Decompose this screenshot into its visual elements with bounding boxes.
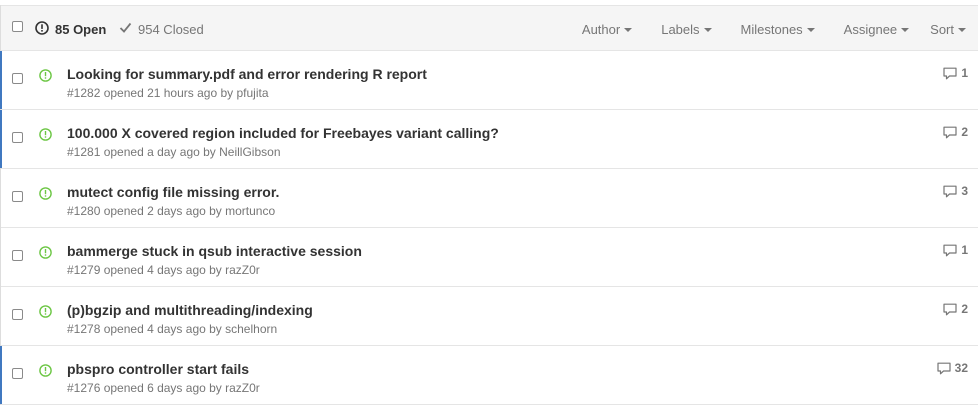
issue-title-link[interactable]: mutect config file missing error.: [67, 184, 279, 200]
issue-opened-icon: [39, 246, 52, 259]
sort-filter-label: Sort: [930, 21, 954, 37]
issue-opened-icon: [39, 187, 52, 200]
assignee-filter-label: Assignee: [843, 21, 898, 37]
author-filter[interactable]: Author: [581, 6, 633, 52]
issue-meta: #1276 opened 6 days ago by razZ0r: [67, 381, 260, 395]
issue-title-link[interactable]: bammerge stuck in qsub interactive sessi…: [67, 243, 362, 259]
issue-row: mutect config file missing error. #1280 …: [1, 169, 978, 228]
issue-select-checkbox[interactable]: [12, 309, 23, 320]
caret-down-icon: [703, 27, 712, 32]
caret-down-icon: [806, 27, 815, 32]
comment-count: 32: [954, 361, 968, 375]
assignee-filter[interactable]: Assignee: [843, 6, 910, 52]
comment-icon: [943, 185, 957, 197]
issue-select-checkbox[interactable]: [12, 132, 23, 143]
issue-meta: #1278 opened 4 days ago by schelhorn: [67, 322, 278, 336]
issue-comments-link[interactable]: 1: [943, 243, 968, 257]
caret-down-icon: [624, 27, 633, 32]
issue-meta: #1281 opened a day ago by NeillGibson: [67, 145, 281, 159]
comment-icon: [943, 244, 957, 256]
issue-select-checkbox[interactable]: [12, 368, 23, 379]
labels-filter[interactable]: Labels: [661, 6, 712, 52]
open-issues-tab[interactable]: 85 Open: [35, 19, 106, 39]
issue-comments-link[interactable]: 32: [937, 361, 968, 375]
issue-select-checkbox[interactable]: [12, 191, 23, 202]
issue-opened-icon: [39, 128, 52, 141]
issue-opened-icon: [35, 20, 49, 38]
issue-row: (p)bgzip and multithreading/indexing #12…: [1, 287, 978, 346]
closed-issues-tab[interactable]: 954 Closed: [119, 19, 204, 39]
milestones-filter[interactable]: Milestones: [741, 6, 815, 52]
author-filter-label: Author: [581, 21, 621, 37]
caret-down-icon: [901, 27, 910, 32]
comment-icon: [943, 126, 957, 138]
issue-opened-icon: [39, 69, 52, 82]
issue-comments-link[interactable]: 3: [943, 184, 968, 198]
comment-count: 1: [961, 66, 968, 80]
issue-row: pbspro controller start fails #1276 open…: [0, 346, 978, 405]
issue-meta: #1279 opened 4 days ago by razZ0r: [67, 263, 260, 277]
issue-title-link[interactable]: pbspro controller start fails: [67, 361, 249, 377]
issue-opened-icon: [39, 364, 52, 377]
issue-select-checkbox[interactable]: [12, 73, 23, 84]
issue-row: bammerge stuck in qsub interactive sessi…: [1, 228, 978, 287]
issue-comments-link[interactable]: 1: [943, 66, 968, 80]
sort-filter[interactable]: Sort: [930, 6, 966, 52]
comment-count: 2: [961, 302, 968, 316]
issue-meta: #1280 opened 2 days ago by mortunco: [67, 204, 276, 218]
labels-filter-label: Labels: [661, 21, 700, 37]
issues-list-header: 85 Open 954 Closed Author Labels Milesto…: [1, 5, 978, 51]
comment-count: 1: [961, 243, 968, 257]
issue-select-checkbox[interactable]: [12, 250, 23, 261]
issue-comments-link[interactable]: 2: [943, 125, 968, 139]
comment-icon: [937, 362, 951, 374]
closed-count-label: 954 Closed: [138, 21, 204, 37]
issue-title-link[interactable]: (p)bgzip and multithreading/indexing: [67, 302, 313, 318]
comment-icon: [943, 67, 957, 79]
select-all-checkbox[interactable]: [12, 21, 23, 32]
filter-bar: Author Labels Milestones Assignee Sort: [582, 6, 978, 52]
open-count-label: 85 Open: [55, 21, 107, 37]
issue-comments-link[interactable]: 2: [943, 302, 968, 316]
issue-row: 100.000 X covered region included for Fr…: [0, 110, 978, 169]
milestones-filter-label: Milestones: [740, 21, 803, 37]
issue-row: Looking for summary.pdf and error render…: [0, 51, 978, 110]
issues-list: 85 Open 954 Closed Author Labels Milesto…: [0, 5, 978, 405]
issue-meta: #1282 opened 21 hours ago by pfujita: [67, 86, 269, 100]
issue-title-link[interactable]: Looking for summary.pdf and error render…: [67, 66, 427, 82]
check-icon: [119, 21, 132, 37]
comment-count: 3: [961, 184, 968, 198]
comment-icon: [943, 303, 957, 315]
issue-title-link[interactable]: 100.000 X covered region included for Fr…: [67, 125, 499, 141]
comment-count: 2: [961, 125, 968, 139]
caret-down-icon: [958, 27, 966, 32]
issue-opened-icon: [39, 305, 52, 318]
